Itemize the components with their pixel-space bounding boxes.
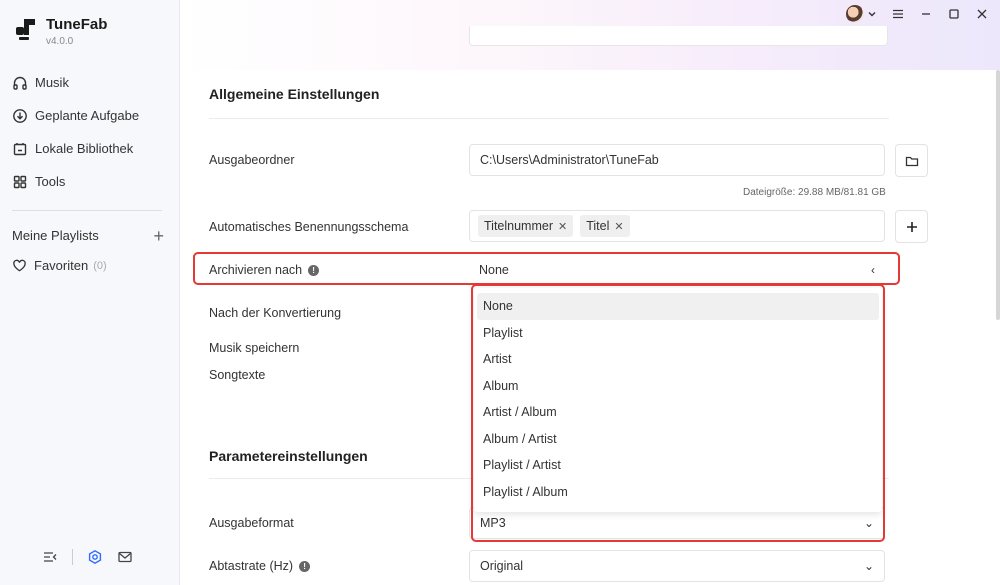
app-logo-icon — [16, 19, 35, 40]
remove-tag-icon[interactable]: ✕ — [614, 220, 623, 233]
favorites-label: Favoriten — [34, 258, 89, 273]
info-icon[interactable]: ! — [299, 560, 311, 572]
library-icon — [13, 142, 27, 155]
dropdown-highlight-box — [471, 284, 885, 542]
section-divider — [209, 118, 889, 119]
general-settings-title: Allgemeine Einstellungen — [209, 86, 380, 102]
naming-scheme-label: Automatisches Benennungsschema — [209, 220, 409, 234]
mail-icon[interactable] — [117, 549, 133, 565]
grid-icon — [13, 175, 27, 188]
my-playlists-header: Meine Playlists + — [12, 227, 164, 245]
sidebar-item-tools[interactable]: Tools — [0, 165, 180, 198]
file-size-info: Dateigröße: 29.88 MB/81.81 GB — [743, 187, 886, 198]
plus-icon — [906, 221, 917, 232]
scrollbar[interactable] — [996, 70, 1000, 320]
sample-rate-label: Abtastrate (Hz) ! — [209, 559, 311, 573]
sidebar-divider — [12, 210, 162, 211]
sidebar: TuneFab v4.0.0 Musik Geplante Aufgabe Lo… — [0, 0, 180, 585]
output-folder-label: Ausgabeordner — [209, 153, 295, 167]
app-name: TuneFab — [46, 16, 108, 33]
lyrics-label: Songtexte — [209, 368, 266, 382]
parameter-settings-title: Parametereinstellungen — [209, 448, 368, 464]
collapse-sidebar-icon[interactable] — [42, 549, 58, 565]
sidebar-item-geplante-aufgabe[interactable]: Geplante Aufgabe — [0, 99, 180, 132]
sidebar-item-label: Geplante Aufgabe — [35, 108, 140, 123]
my-playlists-label: Meine Playlists — [12, 228, 99, 243]
favorites-count: (0) — [93, 259, 107, 272]
headphones-icon — [13, 76, 27, 90]
naming-tag: Titel ✕ — [580, 215, 630, 237]
sidebar-item-musik[interactable]: Musik — [0, 66, 180, 99]
save-music-label: Musik speichern — [209, 341, 300, 355]
footer-separator — [72, 549, 73, 565]
sample-rate-value: Original — [480, 559, 524, 573]
settings-icon[interactable] — [87, 549, 103, 565]
sidebar-item-lokale-bibliothek[interactable]: Lokale Bibliothek — [0, 132, 180, 165]
brand: TuneFab v4.0.0 — [14, 16, 107, 47]
heart-icon — [13, 259, 26, 272]
naming-tag-label: Titelnummer — [484, 219, 553, 233]
chevron-down-icon: ⌄ — [863, 559, 874, 573]
sample-rate-select[interactable]: Original ⌄ — [469, 550, 885, 582]
sidebar-item-label: Lokale Bibliothek — [35, 141, 134, 156]
sidebar-item-label: Tools — [35, 174, 66, 189]
naming-scheme-field[interactable]: Titelnummer ✕ Titel ✕ — [469, 210, 885, 242]
browse-folder-button[interactable] — [895, 144, 928, 177]
after-conversion-label: Nach der Konvertierung — [209, 306, 342, 320]
remove-tag-icon[interactable]: ✕ — [558, 220, 567, 233]
archive-highlight-box — [193, 252, 900, 285]
add-tag-button[interactable] — [895, 210, 928, 243]
sidebar-nav: Musik Geplante Aufgabe Lokale Bibliothek… — [0, 66, 180, 198]
output-folder-value: C:\Users\Administrator\TuneFab — [480, 153, 659, 167]
sidebar-item-favoriten[interactable]: Favoriten (0) — [12, 258, 107, 273]
output-folder-field[interactable]: C:\Users\Administrator\TuneFab — [469, 144, 885, 176]
sidebar-footer — [42, 549, 133, 565]
folder-icon — [905, 156, 918, 166]
sidebar-item-label: Musik — [35, 75, 69, 90]
download-icon — [13, 108, 27, 123]
output-format-label: Ausgabeformat — [209, 516, 294, 530]
add-playlist-icon[interactable]: + — [153, 227, 164, 245]
naming-tag: Titelnummer ✕ — [478, 215, 574, 237]
sample-rate-label-text: Abtastrate (Hz) — [209, 559, 294, 573]
app-version: v4.0.0 — [46, 36, 74, 47]
naming-tag-label: Titel — [586, 219, 610, 233]
